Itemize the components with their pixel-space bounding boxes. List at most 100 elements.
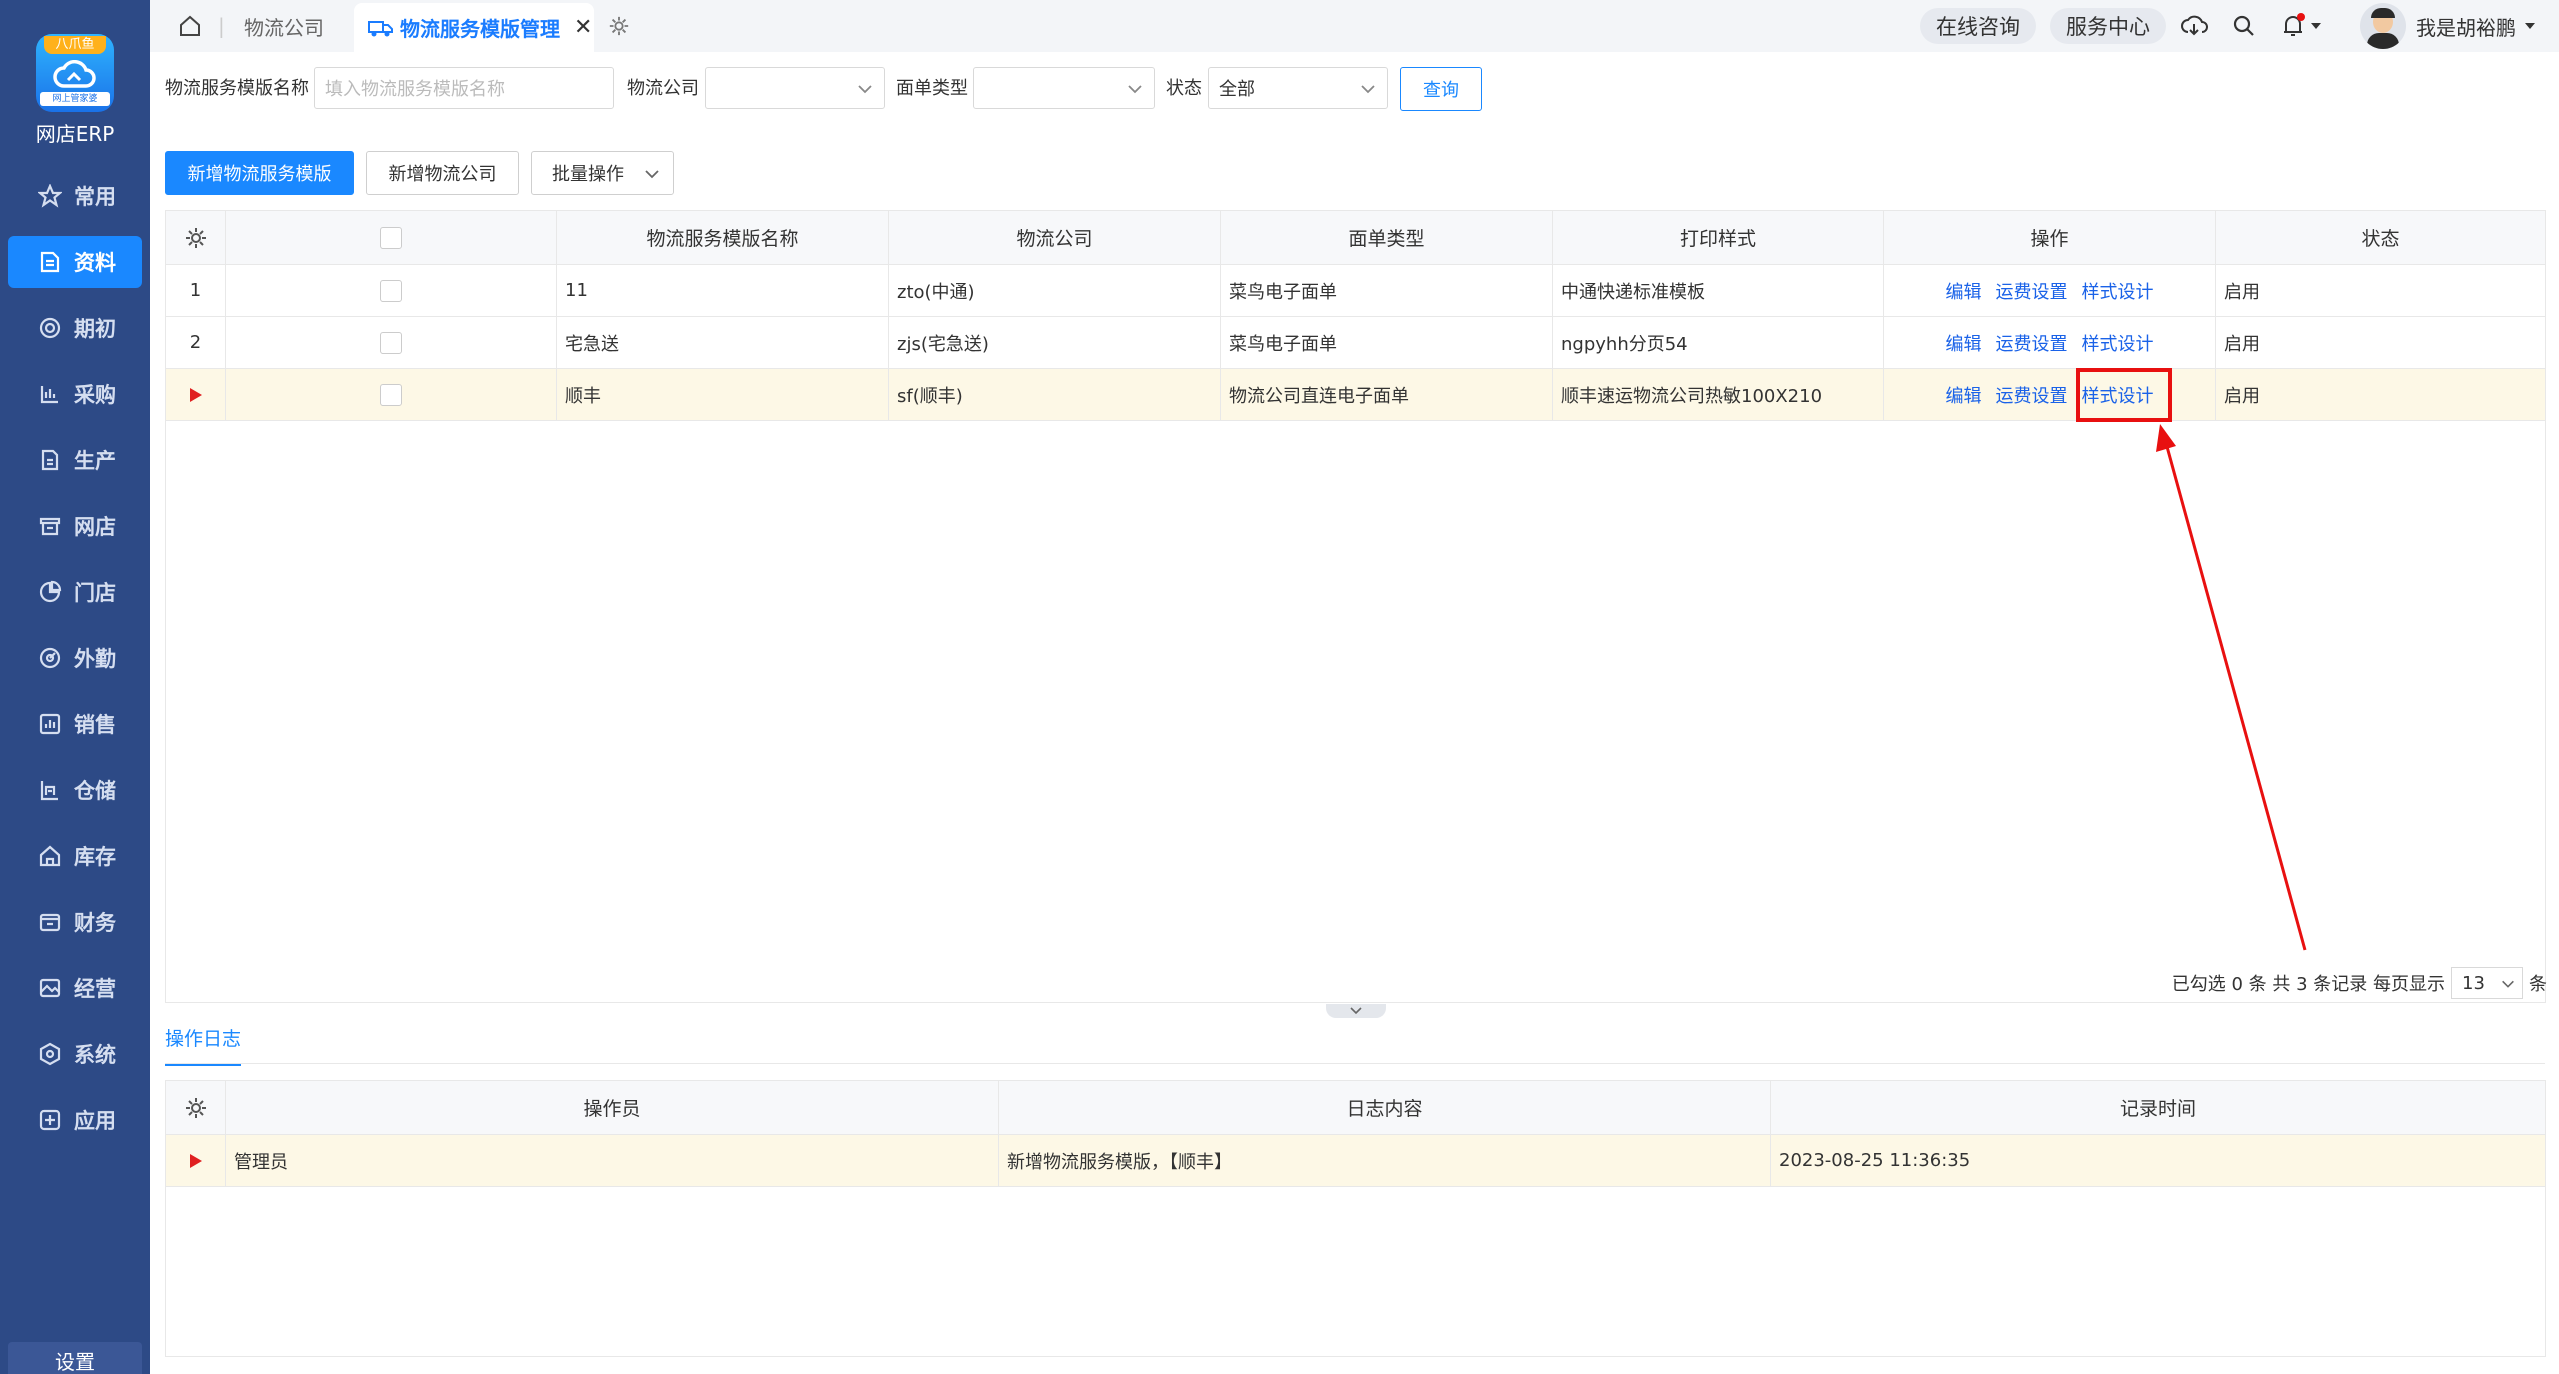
header-status: 状态	[2216, 211, 2545, 265]
style-design-link[interactable]: 样式设计	[2082, 278, 2154, 304]
log-row[interactable]: 管理员 新增物流服务模版，【顺丰】 2023-08-25 11:36:35	[166, 1135, 2545, 1187]
freight-settings-link[interactable]: 运费设置	[1996, 330, 2068, 356]
log-table-header: 操作员 日志内容 记录时间	[166, 1081, 2545, 1135]
logo-ribbon: 八爪鱼	[44, 36, 106, 54]
column-settings-cell[interactable]	[166, 211, 226, 265]
cart-icon	[40, 386, 58, 404]
type-filter-select[interactable]	[973, 67, 1155, 109]
user-name: 我是胡裕鹏	[2416, 15, 2516, 40]
query-button[interactable]: 查询	[1400, 67, 1482, 111]
table-header: 物流服务模版名称 物流公司 面单类型 打印样式 操作 状态	[166, 211, 2545, 265]
sidebar-item-2[interactable]: 期初	[8, 302, 142, 354]
target-icon	[39, 317, 61, 339]
sidebar-item-0[interactable]: 常用	[8, 170, 142, 222]
row-checkbox[interactable]	[380, 279, 402, 302]
edit-link[interactable]: 编辑	[1946, 330, 1982, 356]
sidebar-item-6[interactable]: 门店	[8, 566, 142, 618]
sidebar-item-label: 期初	[74, 317, 116, 341]
cell-name: 宅急送	[557, 317, 889, 369]
sidebar-item-label: 应用	[74, 1109, 116, 1133]
log-column-settings-cell[interactable]	[166, 1081, 226, 1135]
name-filter-input[interactable]: 填入物流服务模版名称	[314, 67, 614, 109]
edit-link[interactable]: 编辑	[1946, 278, 1982, 304]
star-icon	[38, 184, 62, 208]
company-filter-select[interactable]	[705, 67, 885, 109]
table-row[interactable]: 1 11 zto(中通) 菜鸟电子面单 中通快递标准模板 编辑 运费设置 样式设计 启用	[166, 265, 2545, 317]
download-button[interactable]	[2180, 0, 2208, 52]
sidebar-item-5[interactable]: 网店	[8, 500, 142, 552]
cell-company: zjs(宅急送)	[889, 317, 1221, 369]
page-size-select[interactable]: 13	[2451, 967, 2523, 999]
sidebar-item-9[interactable]: 仓储	[8, 764, 142, 816]
row-index	[166, 369, 226, 421]
logo-subtitle: 网上管家婆	[40, 92, 110, 106]
search-button[interactable]	[2232, 0, 2256, 52]
service-center-button[interactable]: 服务中心	[2050, 8, 2166, 44]
sidebar-item-label: 仓储	[74, 779, 116, 803]
home-button[interactable]: |	[178, 0, 225, 52]
app-logo[interactable]: 八爪鱼 网上管家婆	[36, 34, 114, 112]
user-menu[interactable]: 我是胡裕鹏	[2360, 0, 2536, 52]
cell-operations: 编辑 运费设置 样式设计	[1884, 265, 2216, 317]
cell-status: 启用	[2216, 265, 2545, 317]
plus-box-icon	[39, 1109, 61, 1131]
add-template-button[interactable]: 新增物流服务模版	[165, 151, 354, 195]
select-all-cell[interactable]	[226, 211, 557, 265]
sidebar-item-3[interactable]: 采购	[8, 368, 142, 420]
select-all-checkbox[interactable]	[380, 226, 402, 249]
cloud-download-icon	[2181, 15, 2208, 36]
sidebar-item-label: 生产	[74, 449, 116, 473]
sidebar-item-8[interactable]: 销售	[8, 698, 142, 750]
chevron-down-icon	[1350, 1007, 1362, 1015]
chevron-down-icon	[2502, 980, 2514, 988]
row-checkbox-cell[interactable]	[226, 317, 557, 369]
tab-operation-log[interactable]: 操作日志	[165, 1024, 242, 1066]
row-checkbox-cell[interactable]	[226, 265, 557, 317]
panel-splitter[interactable]	[1326, 1004, 1386, 1018]
cell-name: 11	[557, 265, 889, 317]
row-checkbox[interactable]	[380, 383, 402, 406]
tab-settings-button[interactable]	[608, 0, 630, 52]
close-icon[interactable]: ✕	[574, 15, 592, 40]
style-design-link[interactable]: 样式设计	[2082, 330, 2154, 356]
sidebar-settings[interactable]: 设置	[8, 1342, 142, 1374]
sidebar-item-10[interactable]: 库存	[8, 830, 142, 882]
add-company-button[interactable]: 新增物流公司	[366, 151, 519, 195]
sidebar-item-label: 门店	[74, 581, 116, 605]
sidebar-item-label: 经营	[74, 977, 116, 1001]
sidebar-item-12[interactable]: 经营	[8, 962, 142, 1014]
freight-settings-link[interactable]: 运费设置	[1996, 382, 2068, 408]
sidebar-item-1[interactable]: 资料	[8, 236, 142, 288]
row-checkbox-cell[interactable]	[226, 369, 557, 421]
notification-button[interactable]	[2280, 0, 2322, 52]
row-checkbox[interactable]	[380, 331, 402, 354]
status-filter-label: 状态	[1166, 78, 1202, 99]
tab-logistics-company[interactable]: 物流公司	[244, 0, 324, 52]
tab-template-management[interactable]: 物流服务模版管理 ✕	[354, 3, 594, 52]
sidebar-item-label: 资料	[74, 251, 116, 275]
sidebar-item-label: 采购	[74, 383, 116, 407]
sidebar-item-11[interactable]: 财务	[8, 896, 142, 948]
sidebar-item-7[interactable]: 外勤	[8, 632, 142, 684]
table-row[interactable]: 2 宅急送 zjs(宅急送) 菜鸟电子面单 ngpyhh分页54 编辑 运费设置 样式设计 启用	[166, 317, 2545, 369]
freight-settings-link[interactable]: 运费设置	[1996, 278, 2068, 304]
batch-operation-button[interactable]: 批量操作	[531, 151, 674, 195]
log-header-content: 日志内容	[999, 1081, 1771, 1135]
highlight-box	[2076, 368, 2172, 422]
name-filter-label: 物流服务模版名称	[165, 78, 309, 99]
cell-style: 中通快递标准模板	[1553, 265, 1884, 317]
page-size-value: 13	[2462, 972, 2485, 994]
sidebar-item-13[interactable]: 系统	[8, 1028, 142, 1080]
edit-link[interactable]: 编辑	[1946, 382, 1982, 408]
sidebar-item-label: 财务	[74, 911, 116, 935]
row-index: 1	[166, 265, 226, 317]
table-row[interactable]: 顺丰 sf(顺丰) 物流公司直连电子面单 顺丰速运物流公司热敏100X210 编辑 运费设…	[166, 369, 2545, 421]
online-consult-button[interactable]: 在线咨询	[1920, 8, 2036, 44]
cloud-icon	[53, 60, 96, 88]
sidebar-item-4[interactable]: 生产	[8, 434, 142, 486]
header-name: 物流服务模版名称	[557, 211, 889, 265]
sidebar-item-14[interactable]: 应用	[8, 1094, 142, 1146]
status-filter-select[interactable]: 全部	[1208, 67, 1388, 109]
cell-company: sf(顺丰)	[889, 369, 1221, 421]
factory-icon	[41, 449, 59, 471]
